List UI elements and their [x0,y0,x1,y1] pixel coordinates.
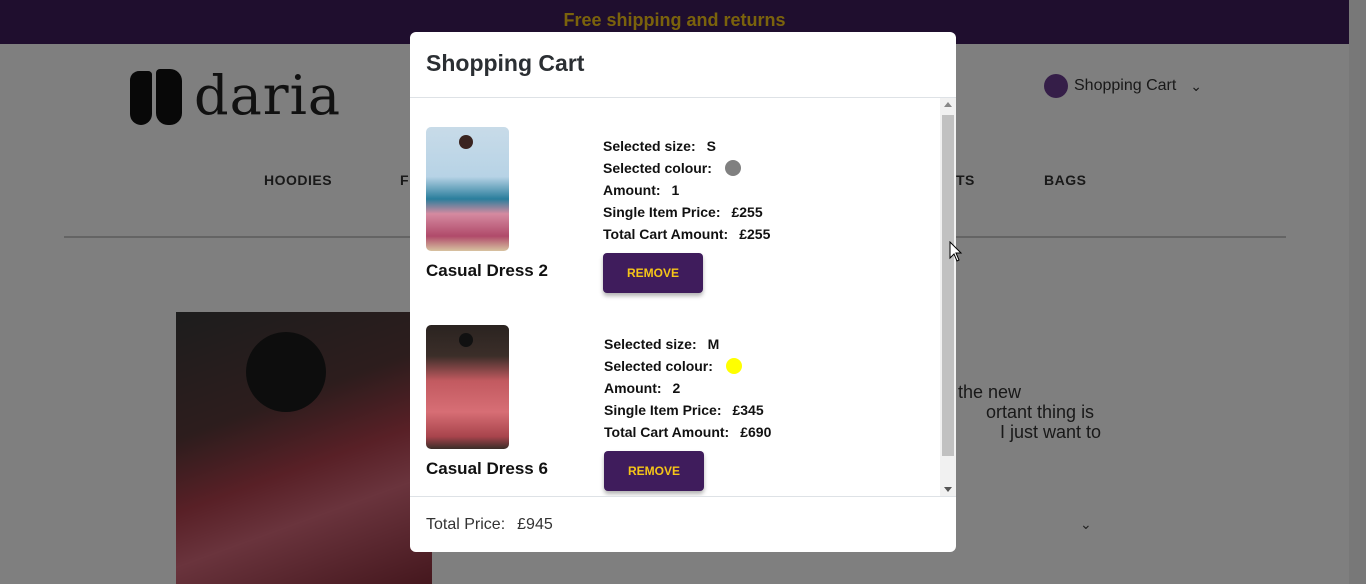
modal-title: Shopping Cart [426,50,585,76]
modal-footer: Total Price: £945 [410,496,956,552]
amount-value: 1 [671,182,680,198]
modal-header: Shopping Cart [410,32,956,98]
modal-body[interactable]: Casual Dress 2 Selected size: S Selected … [410,98,956,496]
item-details: Selected size: S Selected colour: Amount:… [603,138,771,242]
item-name: Casual Dress 6 [426,459,548,478]
size-value: S [706,138,716,154]
cart-item: Casual Dress 6 Selected size: M Selected … [426,325,936,496]
product-thumbnail [426,325,509,449]
mouse-cursor-icon [949,241,963,262]
scroll-up-arrow-icon[interactable] [944,102,952,107]
remove-button[interactable]: REMOVE [604,451,704,491]
total-value: £255 [739,226,771,242]
total-price-value: £945 [517,515,553,533]
colour-swatch [724,160,741,176]
item-name: Casual Dress 2 [426,261,548,280]
product-thumbnail [426,127,509,251]
scrollbar-thumb[interactable] [942,115,954,456]
price-value: £255 [731,204,763,220]
colour-swatch [725,358,742,374]
total-price-label: Total Price: [426,515,506,533]
size-value: M [707,336,720,352]
item-details: Selected size: M Selected colour: Amount:… [604,336,772,440]
price-value: £345 [732,402,764,418]
total-value: £690 [740,424,772,440]
remove-button[interactable]: REMOVE [603,253,703,293]
cart-item: Casual Dress 2 Selected size: S Selected … [426,127,936,307]
modal-scrollbar[interactable] [940,98,956,496]
shopping-cart-modal: Shopping Cart Casual Dress 2 Selected si… [410,32,956,552]
amount-value: 2 [672,380,681,396]
scroll-down-arrow-icon[interactable] [944,487,952,492]
